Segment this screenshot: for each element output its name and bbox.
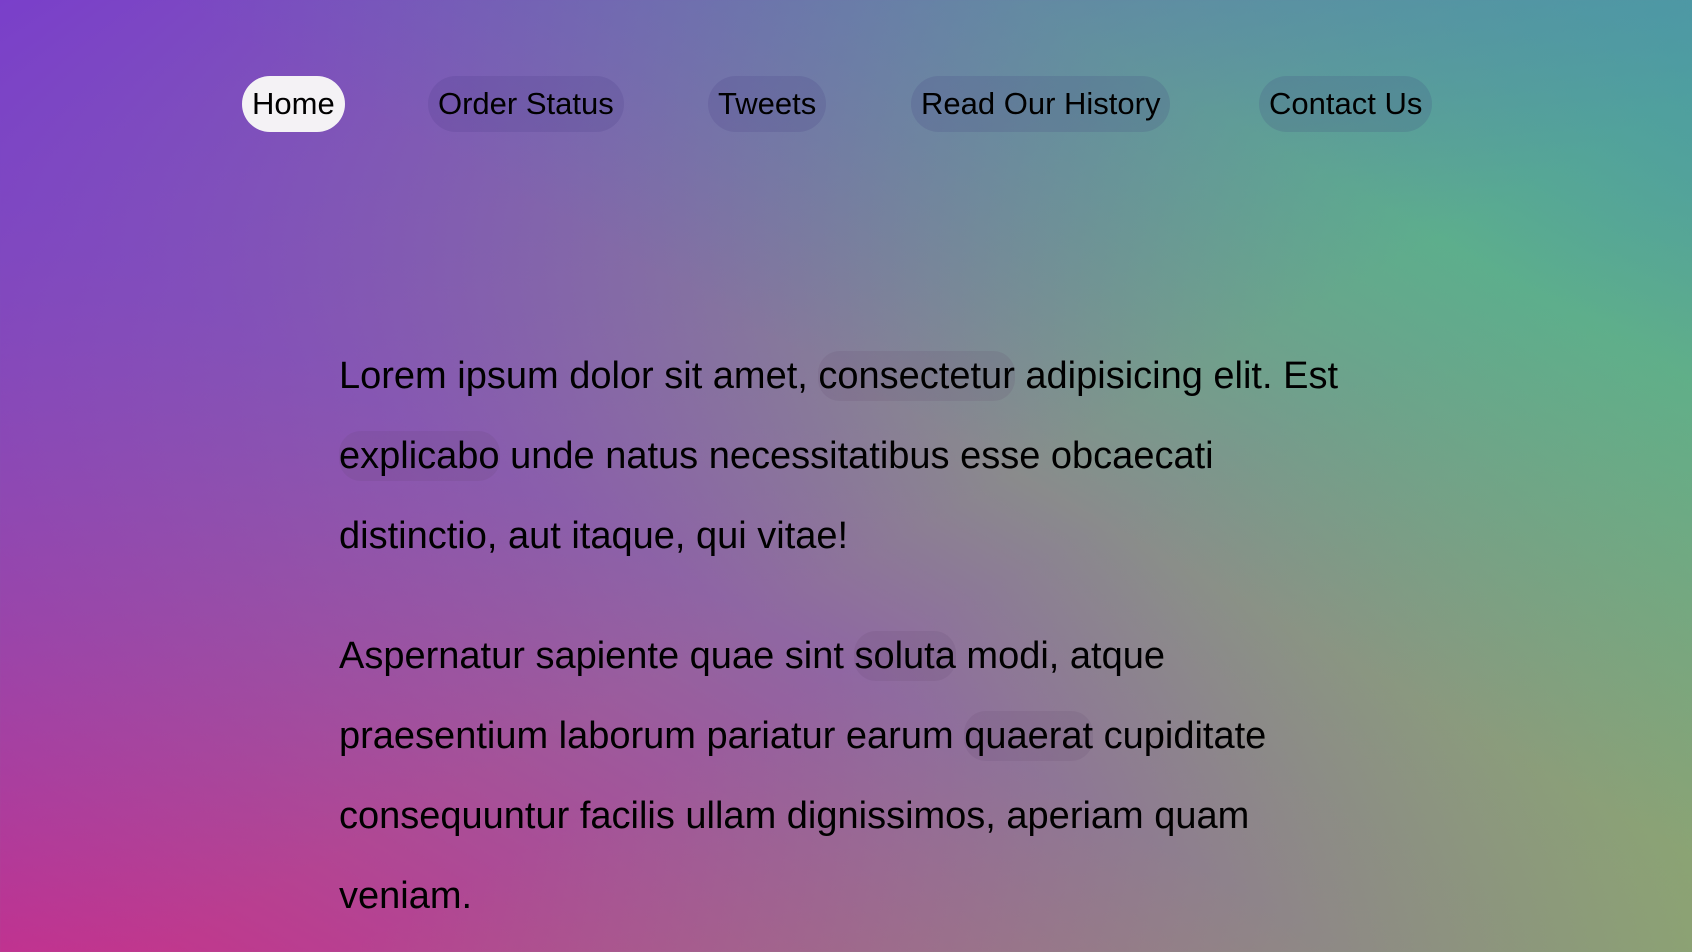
highlighted-word-quaerat: quaerat [964,711,1094,761]
nav-item-tweets[interactable]: Tweets [708,76,827,132]
paragraph-2: Aspernatur sapiente quae sint soluta mod… [339,616,1359,936]
nav-item-order-status[interactable]: Order Status [428,76,624,132]
paragraph-1-text-2: adipisicing elit. Est [1014,355,1339,397]
paragraph-2-text-1: Aspernatur sapiente quae sint [339,635,855,677]
highlighted-word-consectetur: consectetur [818,351,1015,401]
highlighted-word-soluta: soluta [854,631,956,681]
main-content: Lorem ipsum dolor sit amet, consectetur … [339,336,1359,952]
nav-item-contact-us[interactable]: Contact Us [1259,76,1433,132]
nav-item-home[interactable]: Home [242,76,345,132]
paragraph-1: Lorem ipsum dolor sit amet, consectetur … [339,336,1359,576]
page: Home Order Status Tweets Read Our Histor… [0,0,1692,952]
highlighted-word-explicabo: explicabo [339,431,500,481]
main-nav: Home Order Status Tweets Read Our Histor… [0,76,1692,132]
paragraph-1-text-1: Lorem ipsum dolor sit amet, [339,355,819,397]
nav-item-read-our-history[interactable]: Read Our History [911,76,1171,132]
